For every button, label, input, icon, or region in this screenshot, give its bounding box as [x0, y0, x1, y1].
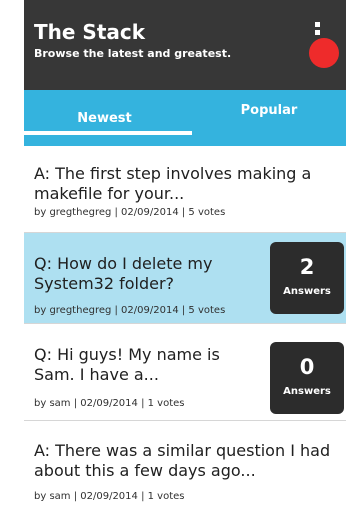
feed-item-meta: by gregthegreg | 02/09/2014 | 5 votes [34, 207, 226, 218]
app-header: The Stack Browse the latest and greatest… [24, 0, 346, 90]
tab-newest[interactable]: Newest [24, 90, 185, 146]
tab-bar: Newest Popular [24, 90, 346, 146]
feed-item-text: Q: Hi guys! My name is Sam. I have a... [34, 345, 220, 384]
feed-item-meta: by sam | 02/09/2014 | 1 votes [34, 398, 185, 409]
feed-item[interactable]: A: The first step involves making a make… [24, 146, 346, 233]
answers-count-box[interactable]: 0 Answers [270, 342, 344, 414]
answers-label: Answers [283, 286, 331, 297]
selected-tab-indicator [24, 131, 192, 135]
feed-item[interactable]: A: There was a similar question I had ab… [24, 421, 346, 510]
feed-item[interactable]: Q: Hi guys! My name is Sam. I have a... … [24, 324, 346, 421]
menu-dot [315, 30, 320, 35]
answers-count: 2 [299, 255, 315, 279]
feed-item-meta: by sam | 02/09/2014 | 1 votes [34, 491, 185, 502]
menu-dot [315, 22, 320, 27]
answers-count-box[interactable]: 2 Answers [270, 242, 344, 314]
answers-count: 0 [299, 355, 315, 379]
tab-newest-label: Newest [77, 111, 132, 126]
feed-item-text: A: The first step involves making a make… [34, 164, 312, 203]
tab-popular-label: Popular [240, 103, 298, 118]
app-screen: The Stack Browse the latest and greatest… [24, 0, 346, 510]
feed-item-text: A: There was a similar question I had ab… [34, 441, 331, 480]
answers-label: Answers [283, 386, 331, 397]
app-title: The Stack [34, 20, 146, 44]
feed-item-meta: by gregthegreg | 02/09/2014 | 5 votes [34, 305, 226, 316]
notification-badge[interactable] [309, 38, 339, 68]
feed-item-text: Q: How do I delete my System32 folder? [34, 254, 213, 293]
feed-item[interactable]: Q: How do I delete my System32 folder? b… [24, 233, 346, 324]
app-subtitle: Browse the latest and greatest. [34, 47, 232, 60]
tab-popular[interactable]: Popular [192, 90, 346, 146]
